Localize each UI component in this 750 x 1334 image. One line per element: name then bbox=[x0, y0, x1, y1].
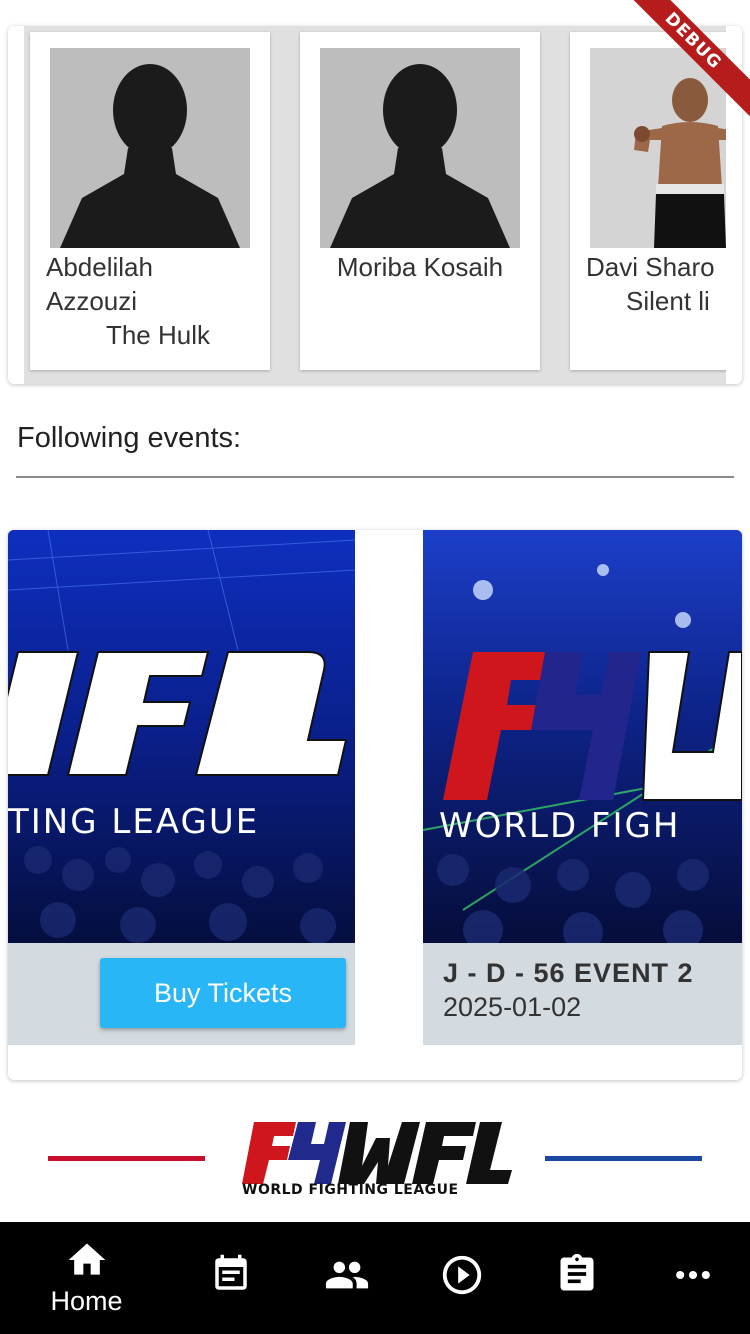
more-icon bbox=[675, 1270, 710, 1280]
fighter-card[interactable]: Abdelilah Azzouzi The Hulk bbox=[30, 32, 270, 370]
fighter-photo-placeholder bbox=[50, 48, 250, 248]
event-banner-text: TING LEAGUE bbox=[8, 802, 260, 842]
event-card[interactable]: WORLD FIGH J - D - 56 EVENT 2 2025-01-02 bbox=[423, 530, 742, 1045]
logo-subtitle: WORLD FIGHTING LEAGUE bbox=[242, 1182, 459, 1198]
decorative-line-red bbox=[48, 1156, 205, 1161]
event-title: J - D - 56 EVENT 2 bbox=[443, 958, 694, 988]
nav-item-rankings[interactable] bbox=[514, 1222, 639, 1334]
nav-item-fighters[interactable] bbox=[284, 1222, 409, 1334]
fighter-card[interactable]: Davi Sharo Silent li bbox=[570, 32, 726, 370]
section-title: Following events: bbox=[17, 422, 242, 454]
fighter-name: Moriba Kosaih bbox=[336, 252, 504, 282]
bottom-nav: Home bbox=[0, 1222, 750, 1334]
fighter-nickname: The Hulk bbox=[105, 320, 211, 350]
play-icon bbox=[442, 1255, 481, 1295]
fighters-card: Abdelilah Azzouzi The Hulk Moriba Kosaih bbox=[8, 26, 742, 384]
fighter-card[interactable]: Moriba Kosaih bbox=[300, 32, 540, 370]
divider bbox=[16, 476, 734, 478]
nav-item-videos[interactable] bbox=[399, 1222, 524, 1334]
nav-item-home[interactable]: Home bbox=[24, 1222, 149, 1334]
decorative-line-blue bbox=[545, 1156, 702, 1161]
fighter-name: Abdelilah Azzouzi bbox=[46, 252, 153, 316]
people-icon bbox=[325, 1261, 368, 1289]
fighter-photo bbox=[590, 48, 726, 248]
event-card[interactable]: TING LEAGUE Buy Tickets bbox=[8, 530, 355, 1045]
wfl-logo: WORLD FIGHTING LEAGUE bbox=[240, 1118, 512, 1202]
fighter-nickname: Silent li bbox=[626, 286, 710, 316]
event-date: 2025-01-02 bbox=[443, 992, 582, 1022]
nav-label-home: Home bbox=[50, 1286, 123, 1316]
nav-item-events[interactable] bbox=[168, 1222, 293, 1334]
event-banner: TING LEAGUE bbox=[8, 530, 355, 943]
event-banner-text: WORLD FIGH bbox=[439, 806, 681, 846]
calendar-icon bbox=[214, 1254, 247, 1290]
events-card: TING LEAGUE Buy Tickets WORLD FIGH J - D… bbox=[8, 530, 742, 1080]
fighter-name: Davi Sharo bbox=[586, 252, 715, 282]
fighters-list[interactable]: Abdelilah Azzouzi The Hulk Moriba Kosaih bbox=[24, 26, 726, 384]
home-icon bbox=[68, 1243, 105, 1275]
fighter-photo-placeholder bbox=[320, 48, 520, 248]
buy-tickets-button[interactable]: Buy Tickets bbox=[100, 958, 346, 1028]
event-banner: WORLD FIGH bbox=[423, 530, 742, 943]
clipboard-icon bbox=[560, 1253, 593, 1291]
nav-item-more[interactable] bbox=[630, 1222, 750, 1334]
